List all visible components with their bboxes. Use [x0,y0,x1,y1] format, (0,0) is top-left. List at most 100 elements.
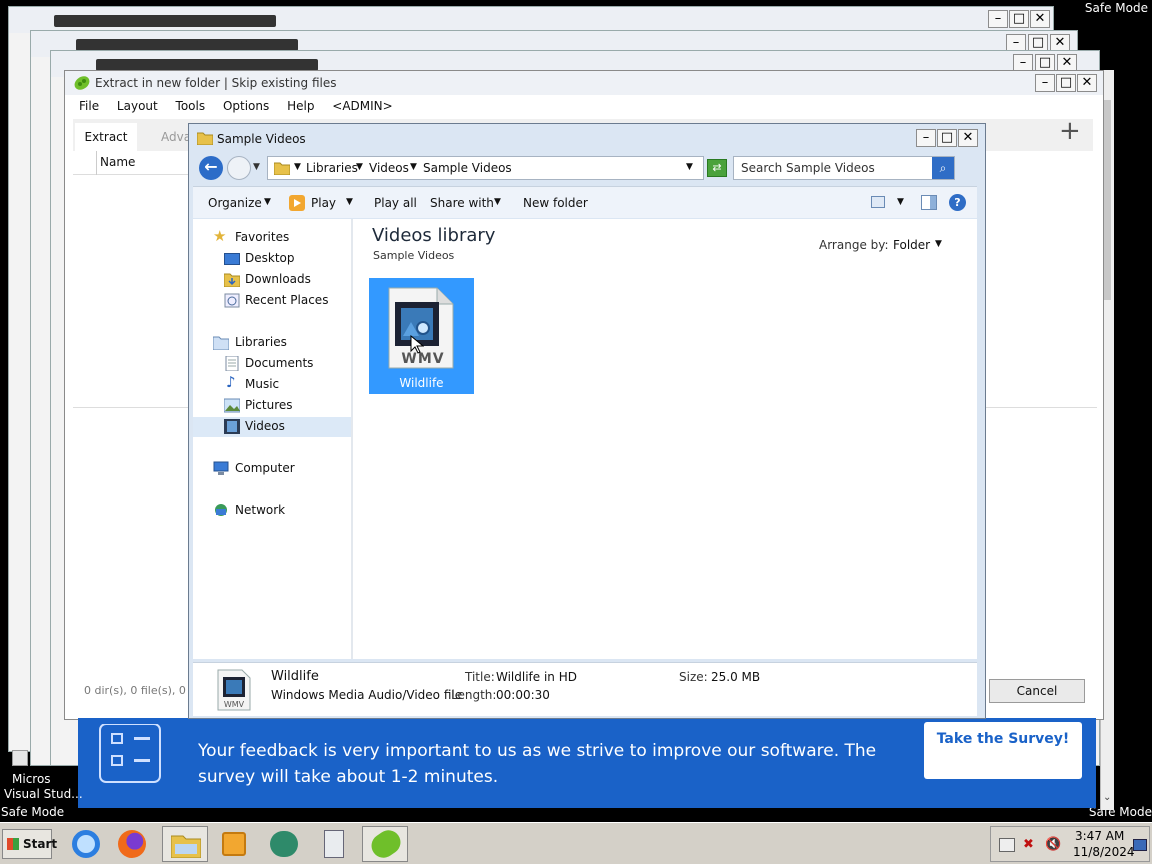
forward-button[interactable] [227,156,251,180]
menu-layout[interactable]: Layout [117,99,158,113]
cancel-button[interactable]: Cancel [989,679,1085,703]
menu-admin[interactable]: <ADMIN> [332,99,392,113]
view-icon[interactable] [871,196,885,208]
dialog-maximize-button[interactable]: □ [937,129,957,147]
windows-logo-icon [7,838,19,850]
show-desktop-icon[interactable] [1133,839,1147,851]
archiver-menu-bar: File Layout Tools Options Help <ADMIN> [79,96,407,116]
media-player-icon[interactable] [212,827,256,861]
tab-extract[interactable]: Extract [75,123,137,151]
nav-downloads[interactable]: Downloads [245,269,311,290]
menu-file[interactable]: File [79,99,99,113]
archiver-maximize-button[interactable]: □ [1056,74,1076,92]
organize-button[interactable]: Organize [208,196,262,210]
nav-recent-places[interactable]: Recent Places [245,290,328,311]
nav-computer[interactable]: Computer [235,458,295,479]
archiver-minimize-button[interactable]: – [1035,74,1055,92]
view-dropdown-icon[interactable]: ▼ [897,197,904,207]
menu-options[interactable]: Options [223,99,269,113]
details-name: Wildlife [271,669,319,684]
library-title: Videos library [372,225,496,246]
survey-banner: Your feedback is very important to us as… [78,718,1096,808]
play-icon[interactable] [289,195,305,211]
back-button[interactable]: ← [199,156,223,180]
chevron-icon[interactable]: ▼ [294,162,301,172]
share-with-dropdown-icon[interactable]: ▼ [494,197,501,207]
firefox-icon[interactable] [110,827,154,861]
breadcrumb-videos[interactable]: Videos [369,161,409,175]
videos-icon [224,419,240,434]
dialog-close-button[interactable]: ✕ [958,129,978,147]
mouse-cursor-icon [410,335,424,354]
organize-dropdown-icon[interactable]: ▼ [264,197,271,207]
archiver-close-button[interactable]: ✕ [1077,74,1097,92]
nav-videos[interactable]: Videos [245,416,285,437]
volume-muted-icon[interactable]: 🔇 [1045,837,1061,852]
breadcrumb-libraries[interactable]: Libraries [306,161,358,175]
libraries-icon [213,336,229,350]
scroll-down-arrow-icon[interactable]: ⌄ [1103,792,1111,803]
clock-time[interactable]: 3:47 AM [1075,829,1124,843]
start-button[interactable]: Start [2,829,57,859]
calculator-icon[interactable] [312,827,356,861]
nav-desktop[interactable]: Desktop [245,248,295,269]
column-name-header[interactable]: Name [100,155,135,169]
nav-favorites[interactable]: Favorites [235,227,289,248]
take-survey-button[interactable]: Take the Survey! [924,722,1082,779]
documents-icon [225,356,239,371]
recent-pages-dropdown-icon[interactable]: ▼ [253,162,260,172]
preview-pane-icon[interactable] [921,195,937,210]
share-with-button[interactable]: Share with [430,196,494,210]
archiver-title-bar[interactable]: Extract in new folder | Skip existing fi… [65,71,1103,95]
breadcrumb-sample-videos[interactable]: Sample Videos [423,161,512,175]
desktop-icon-label-1: Micros [12,772,51,786]
details-type: Windows Media Audio/Video file [271,688,463,702]
file-list-header: Name [73,151,195,175]
archiver-title: Extract in new folder | Skip existing fi… [95,76,337,90]
chevron-icon[interactable]: ▼ [410,162,417,172]
security-tray-icon[interactable]: ✖ [1023,837,1034,852]
nav-network[interactable]: Network [235,500,285,521]
arrange-dropdown-icon[interactable]: ▼ [935,239,942,249]
explorer-taskbar-button[interactable] [162,826,208,862]
details-title-label: Title: [465,670,495,684]
network-tray-icon[interactable] [999,838,1015,852]
safe-mode-label-bottom-right: Safe Mode [1088,805,1152,819]
survey-text-line2: survey will take about 1-2 minutes. [198,767,499,787]
safe-mode-label-bottom-left: Safe Mode [1,805,65,819]
clock-date[interactable]: 11/8/2024 [1073,845,1135,859]
new-folder-button[interactable]: New folder [523,196,588,210]
peazip-taskbar-button[interactable] [362,825,408,863]
nav-documents[interactable]: Documents [245,353,313,374]
refresh-icon[interactable]: ⇄ [707,159,727,177]
chevron-icon[interactable]: ▼ [356,162,363,172]
content-pane: Videos library Sample Videos Arrange by:… [353,219,977,659]
status-text: 0 dir(s), 0 file(s), 0 B [84,684,197,697]
search-icon[interactable]: ⌕ [932,157,954,179]
address-dropdown-icon[interactable]: ▼ [686,162,693,172]
desktop-shortcut-icon[interactable] [12,750,28,766]
play-dropdown-icon[interactable]: ▼ [346,197,353,207]
nav-pictures[interactable]: Pictures [245,395,293,416]
add-icon[interactable]: + [1059,117,1081,145]
search-input[interactable]: Search Sample Videos [741,161,875,175]
search-box[interactable]: Search Sample Videos ⌕ [733,156,955,180]
start-label: Start [23,837,58,851]
chat-app-icon[interactable] [262,827,306,861]
peazip-logo-icon [74,76,90,90]
menu-tools[interactable]: Tools [176,99,206,113]
dialog-minimize-button[interactable]: – [916,129,936,147]
dialog-title-bar[interactable]: Sample Videos – □ ✕ [189,124,985,152]
arrange-by-dropdown[interactable]: Folder [893,238,930,252]
play-button[interactable]: Play [311,196,336,210]
nav-libraries[interactable]: Libraries [235,332,287,353]
tab-advanced[interactable]: Adva [161,123,191,151]
help-icon[interactable]: ? [949,194,966,211]
nav-music[interactable]: Music [245,374,279,395]
desktop-icon [224,253,240,265]
play-all-button[interactable]: Play all [374,196,417,210]
address-bar[interactable]: ▼ Libraries ▼ Videos ▼ Sample Videos ▼ [267,156,704,180]
internet-explorer-icon[interactable] [64,827,108,861]
computer-icon [213,461,229,475]
menu-help[interactable]: Help [287,99,314,113]
